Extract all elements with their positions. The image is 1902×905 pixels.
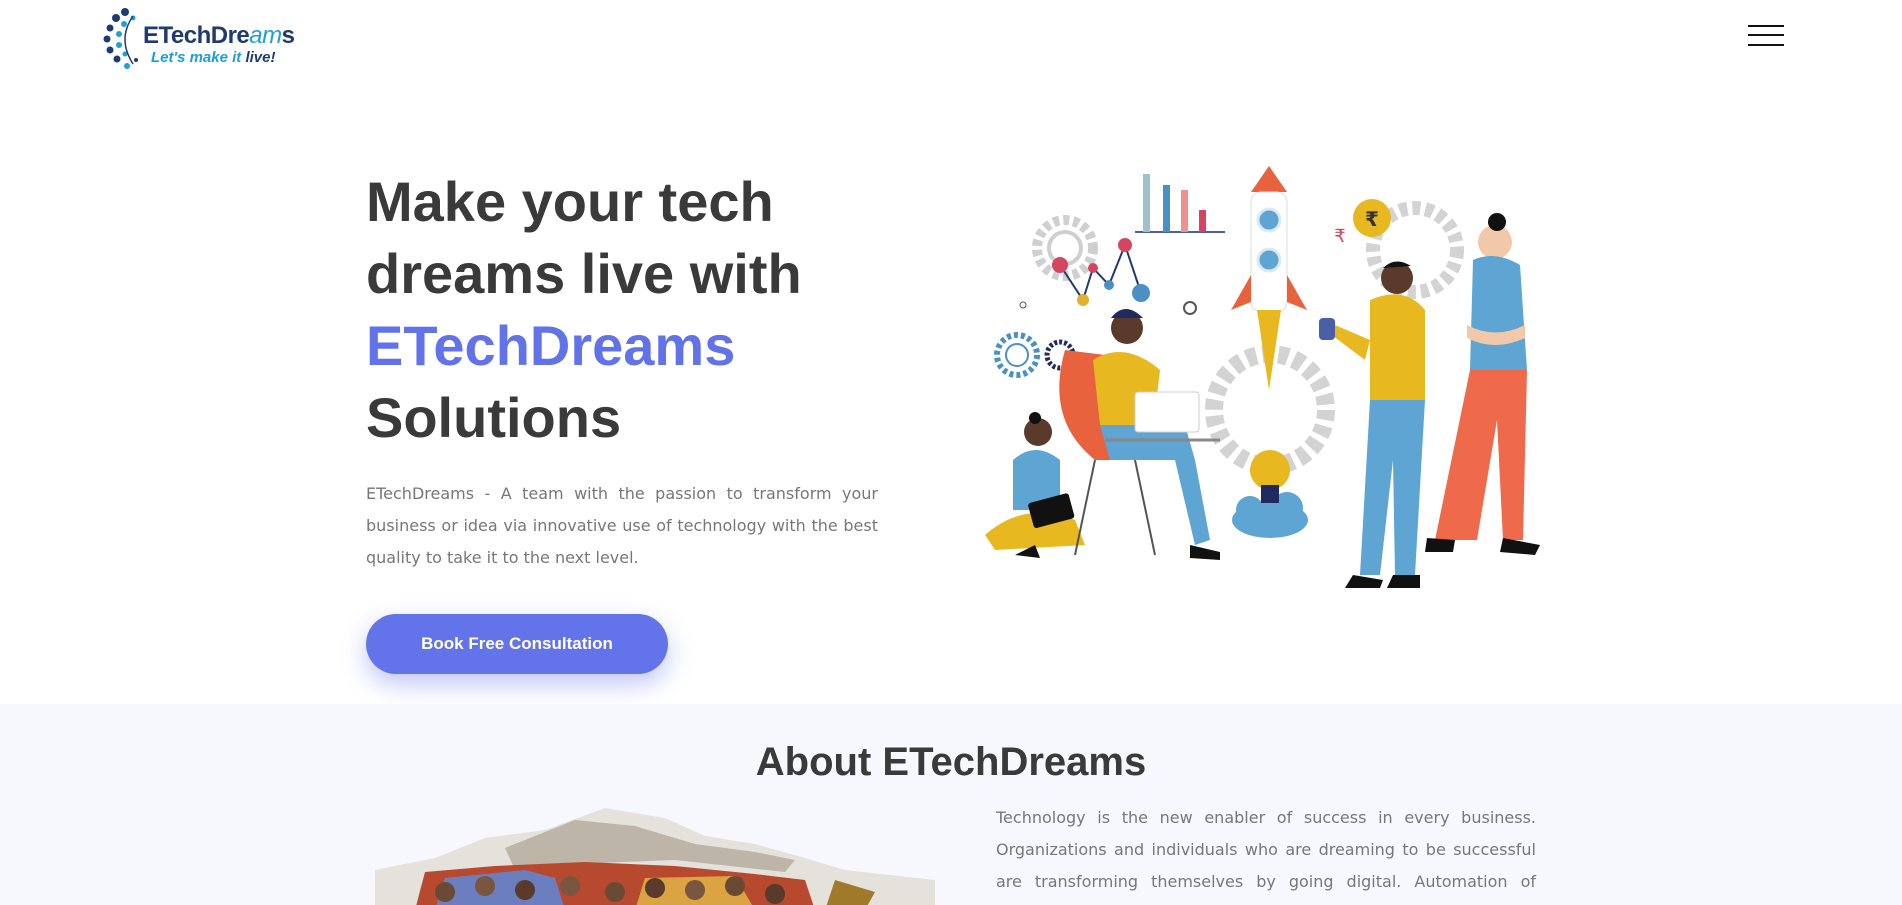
rupee-symbol: ₹ bbox=[1334, 226, 1345, 247]
hero-title-line-1: Make your tech bbox=[366, 170, 774, 233]
menu-bar bbox=[1748, 44, 1784, 46]
team-tech-illustration: ₹ ₹ bbox=[985, 166, 1540, 588]
about-description: Technology is the new enabler of success… bbox=[996, 808, 1536, 905]
hero-title-line-2: dreams live with bbox=[366, 242, 802, 305]
site-header: ETechDreams Let's make it live! bbox=[0, 0, 1902, 80]
person-standing-arms-crossed bbox=[1425, 213, 1540, 555]
hero-title: Make your tech dreams live with ETechDre… bbox=[366, 166, 886, 454]
rupee-symbol: ₹ bbox=[1365, 207, 1379, 231]
person-sitting-tablet bbox=[985, 412, 1085, 558]
logo-wordmark: ETechDreams bbox=[143, 22, 295, 50]
about-title: About ETechDreams bbox=[755, 740, 1147, 784]
hero-description: ETechDreams - A team with the passion to… bbox=[366, 484, 878, 567]
book-consultation-button[interactable]: Book Free Consultation bbox=[366, 614, 668, 674]
hamburger-menu-icon[interactable] bbox=[1748, 24, 1786, 48]
menu-bar bbox=[1748, 25, 1784, 27]
hero-title-brand: ETechDreams bbox=[366, 314, 736, 377]
logo-tagline-main: Let's make it bbox=[151, 49, 246, 66]
logo-tagline-end: live! bbox=[245, 49, 276, 66]
menu-bar bbox=[1748, 34, 1784, 36]
logo-tagline: Let's make it live! bbox=[151, 49, 275, 66]
hero-title-line-4: Solutions bbox=[366, 386, 622, 449]
bar-chart-icon bbox=[1135, 174, 1225, 233]
logo-name-end: s bbox=[281, 22, 295, 49]
logo-name-accent: am bbox=[249, 22, 282, 49]
logo-name-main: ETechDre bbox=[143, 22, 250, 49]
line-graph-icon bbox=[1019, 238, 1197, 315]
about-section: About ETechDreams Technology is the new … bbox=[0, 704, 1902, 905]
person-chair-laptop bbox=[1059, 309, 1220, 560]
person-standing-gamepad bbox=[1319, 261, 1425, 588]
company-logo[interactable]: ETechDreams Let's make it live! bbox=[103, 6, 298, 72]
team-photo bbox=[375, 808, 935, 905]
rupee-coin-icon: ₹ ₹ bbox=[1334, 199, 1391, 247]
